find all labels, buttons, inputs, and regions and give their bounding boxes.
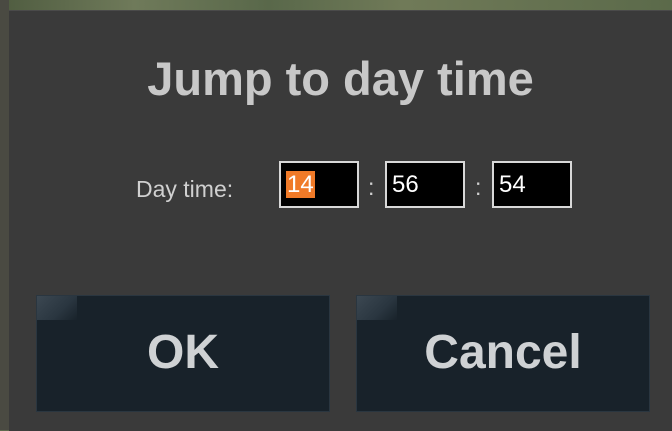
ok-button[interactable]: OK <box>36 295 330 412</box>
day-time-row: Day time: 14 : 56 : 54 <box>9 161 672 216</box>
dialog-title: Jump to day time <box>147 52 534 105</box>
ok-button-label: OK <box>147 326 219 379</box>
minutes-value: 56 <box>392 171 419 198</box>
seconds-field[interactable]: 54 <box>492 161 572 208</box>
hours-field[interactable]: 14 <box>279 161 359 208</box>
day-time-label: Day time: <box>136 176 234 202</box>
cancel-button[interactable]: Cancel <box>356 295 650 412</box>
time-separator: : <box>475 174 482 200</box>
cancel-button-label: Cancel <box>424 326 582 379</box>
seconds-value: 54 <box>499 171 526 198</box>
jump-to-day-time-dialog: Jump to day time Day time: 14 : 56 : 54 … <box>9 10 672 431</box>
minutes-field[interactable]: 56 <box>385 161 465 208</box>
time-separator: : <box>368 174 375 200</box>
hours-value: 14 <box>286 171 315 198</box>
background-left <box>0 0 9 430</box>
